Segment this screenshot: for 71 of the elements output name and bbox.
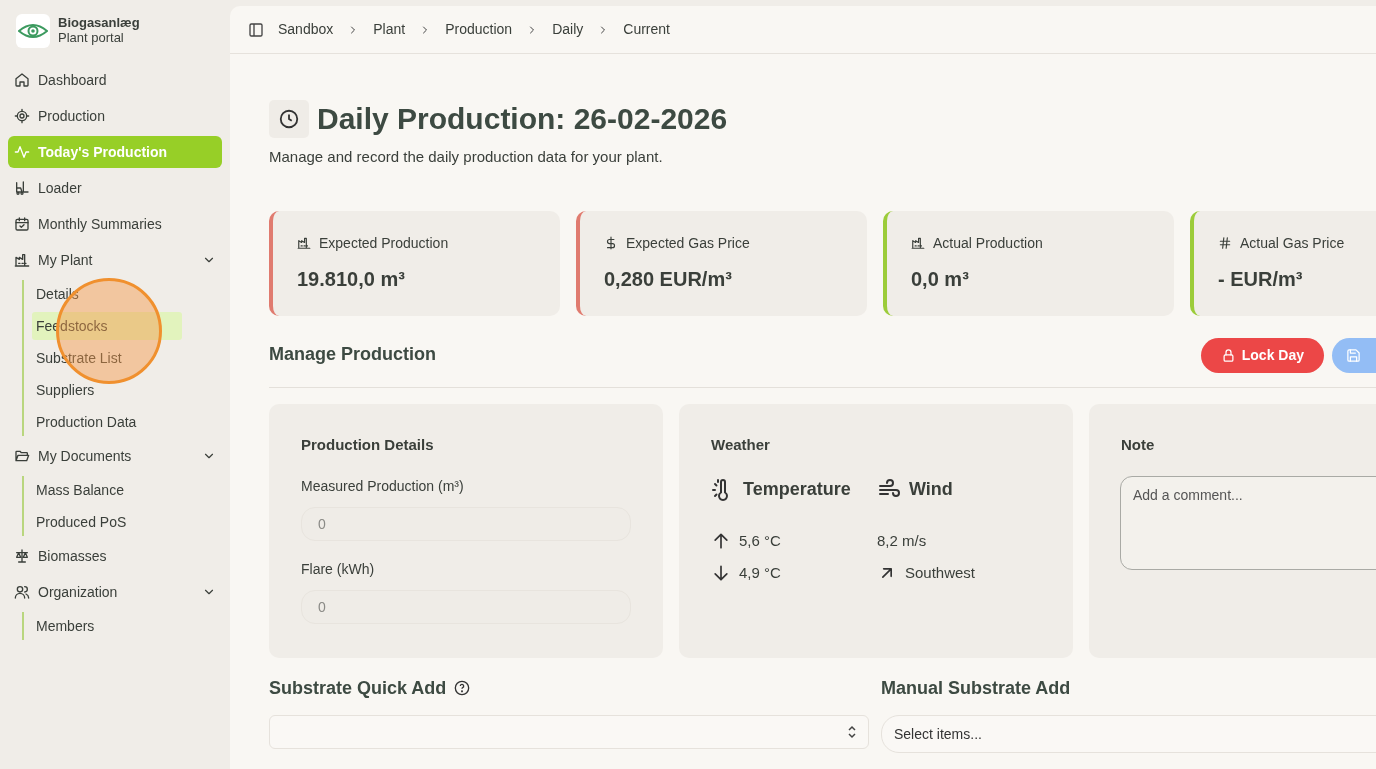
section-title: Manage Production bbox=[269, 344, 436, 366]
stat-label: Actual Gas Price bbox=[1240, 233, 1345, 253]
field-label: Flare (kWh) bbox=[301, 560, 376, 579]
breadcrumb-link[interactable]: Production bbox=[445, 19, 513, 40]
forklift-icon bbox=[14, 180, 30, 196]
nav-item[interactable]: Loader bbox=[8, 172, 222, 204]
factory-icon bbox=[297, 236, 311, 250]
section-title: Substrate Quick Add bbox=[269, 677, 447, 700]
wind-speed: 8,2 m/s bbox=[877, 530, 927, 551]
stat-value: 0,280 EUR/m³ bbox=[604, 266, 733, 292]
stat-value: 0,0 m³ bbox=[911, 266, 970, 292]
nav-item[interactable]: My Documents bbox=[8, 440, 222, 472]
sub-nav-item[interactable]: Members bbox=[32, 612, 182, 640]
sidebar-toggle-icon[interactable] bbox=[248, 21, 264, 38]
comment-field[interactable]: Add a comment... bbox=[1120, 476, 1376, 570]
stat-label: Expected Gas Price bbox=[626, 233, 750, 253]
activity-icon bbox=[14, 144, 30, 160]
gear-icon bbox=[14, 108, 30, 124]
eye-icon bbox=[18, 21, 48, 41]
sub-nav-item[interactable]: Produced PoS bbox=[32, 508, 182, 536]
nav-item[interactable]: Biomasses bbox=[8, 540, 222, 572]
temperature-low: 4,9 °C bbox=[739, 562, 781, 583]
scale-icon bbox=[14, 548, 30, 564]
sub-nav-item[interactable]: Mass Balance bbox=[32, 476, 182, 504]
temperature-high: 5,6 °C bbox=[739, 530, 781, 551]
lock-day-button[interactable]: Lock Day bbox=[1200, 337, 1324, 373]
stat-value: - EUR/m³ bbox=[1218, 266, 1304, 292]
arrow-down-icon bbox=[711, 563, 731, 583]
stat-label: Expected Production bbox=[319, 233, 449, 253]
brand-subtitle: Plant portal bbox=[58, 30, 125, 46]
nav-item[interactable]: Organization bbox=[8, 576, 222, 608]
nav-item[interactable]: Monthly Summaries bbox=[8, 208, 222, 240]
sub-nav-item[interactable]: Production Data bbox=[32, 408, 182, 436]
weather-heading: Temperature bbox=[743, 478, 851, 501]
breadcrumb-link[interactable]: Current bbox=[623, 19, 670, 40]
factory-icon bbox=[14, 252, 30, 268]
panel-title: Weather bbox=[711, 434, 771, 455]
stat-label: Actual Production bbox=[933, 233, 1043, 253]
folder-icon bbox=[14, 448, 30, 464]
home-icon bbox=[14, 72, 30, 88]
stat-value: 19.810,0 m³ bbox=[297, 266, 406, 292]
lock-icon bbox=[1220, 347, 1236, 363]
nav-item[interactable]: Dashboard bbox=[8, 64, 222, 96]
factory-icon bbox=[911, 236, 925, 250]
users-icon bbox=[14, 584, 30, 600]
clock-icon bbox=[269, 100, 309, 138]
input-field[interactable]: 0 bbox=[301, 590, 631, 624]
nav-item[interactable]: Production bbox=[8, 100, 222, 132]
panel-title: Production Details bbox=[301, 434, 435, 455]
help-icon[interactable] bbox=[454, 680, 471, 697]
save-icon bbox=[1346, 347, 1361, 363]
input-field[interactable]: 0 bbox=[301, 507, 631, 541]
calendar-icon bbox=[14, 216, 30, 232]
chevrons-icon bbox=[846, 725, 858, 740]
arrow-up-icon bbox=[711, 531, 731, 551]
hash-icon bbox=[1218, 236, 1232, 250]
breadcrumb-link[interactable]: Plant bbox=[373, 19, 406, 40]
breadcrumb-link[interactable]: Daily bbox=[552, 19, 584, 40]
page-subtitle: Manage and record the daily production data for your plant. bbox=[269, 147, 664, 167]
field-label: Measured Production (m³) bbox=[301, 477, 465, 496]
sub-nav-item[interactable]: Suppliers bbox=[32, 376, 182, 404]
breadcrumb-link[interactable]: Sandbox bbox=[278, 19, 334, 40]
dollar-icon bbox=[604, 236, 618, 250]
panel-title: Note bbox=[1121, 434, 1156, 455]
nav-item[interactable]: My Plant bbox=[8, 244, 222, 276]
wind-direction: Southwest bbox=[905, 562, 976, 583]
section-title: Manual Substrate Add bbox=[881, 677, 1072, 700]
brand-name: Biogasanlæg bbox=[58, 16, 140, 31]
page-title: Daily Production: 26-02-2026 bbox=[317, 101, 728, 137]
weather-heading: Wind bbox=[909, 478, 953, 501]
multi-select-field[interactable]: Select items... bbox=[881, 715, 1376, 754]
